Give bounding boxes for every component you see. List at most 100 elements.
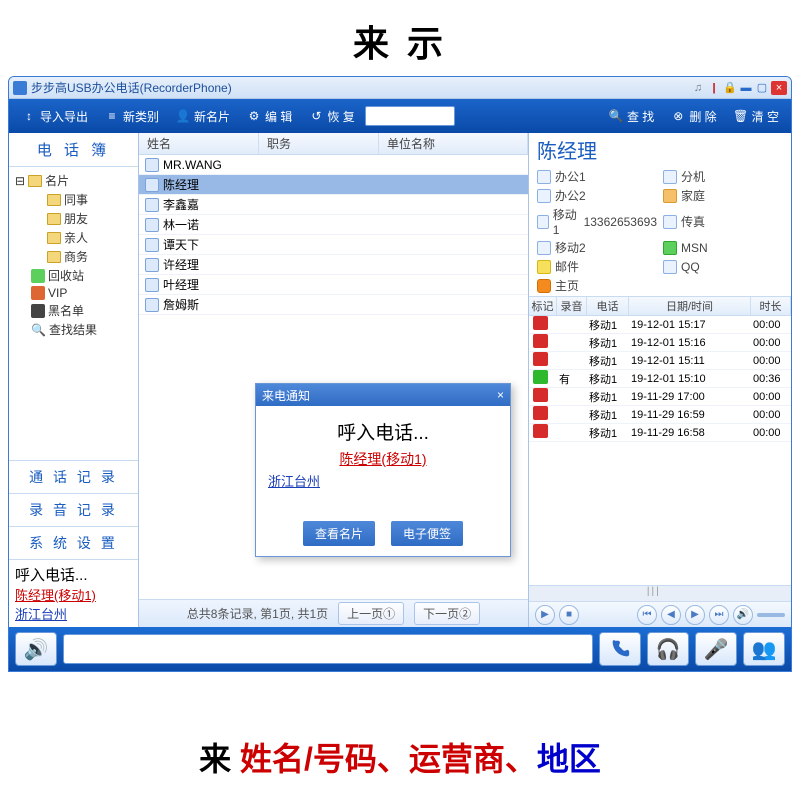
restore-button[interactable]: ↺恢 复 [302,105,360,128]
new-card-button[interactable]: 👤新名片 [169,105,236,128]
log-row[interactable]: 有移动119-12-01 15:1000:36 [529,370,791,388]
delete-button[interactable]: ⊗删 除 [664,105,722,128]
tab-recording[interactable]: 录 音 记 录 [9,494,138,527]
prev-page-button[interactable]: 上一页① [338,602,404,625]
stop-button[interactable]: ■ [559,605,579,625]
banner-top: 来 示 [0,0,800,72]
log-row[interactable]: 移动119-11-29 16:5900:00 [529,406,791,424]
log-row[interactable]: 移动119-12-01 15:1700:00 [529,316,791,334]
phone-cell: 移动1 [587,317,629,333]
contact-row[interactable]: 林一诺 [139,215,528,235]
tree-recycle[interactable]: 回收站 [11,266,136,285]
next-page-button[interactable]: 下一页② [414,602,480,625]
banner-bottom: 来 姓名/号码、运营商、地区 [0,734,800,780]
field-分机: 分机 [663,168,783,185]
card-icon [145,238,159,252]
field-label: 邮件 [555,258,579,275]
log-row[interactable]: 移动119-12-01 15:1100:00 [529,352,791,370]
folder-icon [47,194,61,206]
field-办公1: 办公1 [537,168,657,185]
col-phone[interactable]: 电话 [587,297,629,315]
close-icon[interactable]: × [771,81,787,95]
popup-close-icon[interactable]: × [497,388,504,402]
tree-root-cards[interactable]: ⊟名片 [11,171,136,190]
col-company[interactable]: 单位名称 [379,133,528,154]
lock-icon[interactable]: 🔒 [723,81,737,95]
view-card-button[interactable]: 查看名片 [303,521,375,546]
dur-cell: 00:00 [751,319,791,331]
col-mark[interactable]: 标记 [529,297,557,315]
field-empty [663,277,783,294]
person-icon: 👤 [175,108,191,124]
phone-cell: 移动1 [587,407,629,423]
contact-row[interactable]: 李鑫嘉 [139,195,528,215]
field-value: 13362653693 [584,215,657,229]
dial-input[interactable] [63,634,593,664]
find-button[interactable]: 🔍查 找 [602,105,660,128]
col-title[interactable]: 职务 [259,133,379,154]
mic-button[interactable]: 🎤 [695,632,737,666]
new-category-button[interactable]: ≡新类别 [98,105,165,128]
maximize-icon[interactable]: ▢ [755,81,769,95]
h-scrollbar[interactable] [529,585,791,601]
edit-button[interactable]: ⚙编 辑 [240,105,298,128]
incoming-name[interactable]: 陈经理(移动1) [15,585,132,604]
import-button[interactable]: ↕导入导出 [15,105,94,128]
col-name[interactable]: 姓名 [139,133,259,154]
fwd-button[interactable]: ▶ [685,605,705,625]
rewind-button[interactable]: ⏮ [637,605,657,625]
ffwd-button[interactable]: ⏭ [709,605,729,625]
tree-blacklist[interactable]: 黑名单 [11,301,136,320]
contact-row[interactable]: 谭天下 [139,235,528,255]
tree-friend[interactable]: 朋友 [11,209,136,228]
back-button[interactable]: ◀ [661,605,681,625]
tree-results[interactable]: 🔍查找结果 [11,320,136,339]
log-row[interactable]: 移动119-12-01 15:1600:00 [529,334,791,352]
toolbar: ↕导入导出 ≡新类别 👤新名片 ⚙编 辑 ↺恢 复 🔍查 找 ⊗删 除 🗑清 空 [9,99,791,133]
headset-button[interactable]: 🎧 [647,632,689,666]
minimize-icon[interactable]: ▬ [739,81,753,95]
tab-settings[interactable]: 系 统 设 置 [9,527,138,560]
log-row[interactable]: 移动119-11-29 17:0000:00 [529,388,791,406]
phone-cell: 移动1 [587,389,629,405]
titlebar: 步步高USB办公电话(RecorderPhone) ♫ | 🔒 ▬ ▢ × [9,77,791,99]
dt-cell: 19-12-01 15:10 [629,373,751,385]
volume-button[interactable]: 🔊 [733,605,753,625]
dur-cell: 00:00 [751,337,791,349]
left-pane: 电 话 簿 ⊟名片 同事 朋友 亲人 商务 回收站 VIP 黑名单 🔍查找结果 … [9,133,139,627]
contact-row[interactable]: MR.WANG [139,155,528,175]
phone-cell: 移动1 [587,335,629,351]
music-icon[interactable]: ♫ [691,81,705,95]
contact-row[interactable]: 詹姆斯 [139,295,528,315]
clear-button[interactable]: 🗑清 空 [727,105,785,128]
tree-relative[interactable]: 亲人 [11,228,136,247]
col-rec[interactable]: 录音 [557,297,587,315]
contact-row[interactable]: 叶经理 [139,275,528,295]
e-note-button[interactable]: 电子便签 [391,521,463,546]
col-duration[interactable]: 时长 [751,297,791,315]
call-button[interactable] [599,632,641,666]
qq-icon [663,260,677,274]
folder-icon [47,232,61,244]
tab-phonebook[interactable]: 电 话 簿 [9,133,138,167]
speaker-button[interactable]: 🔊 [15,632,57,666]
field-label: 办公1 [555,168,586,185]
tree-vip[interactable]: VIP [11,285,136,301]
tree-colleague[interactable]: 同事 [11,190,136,209]
popup-caller[interactable]: 陈经理(移动1) [264,449,502,469]
tab-callrecord[interactable]: 通 话 记 录 [9,461,138,494]
contact-row[interactable]: 陈经理 [139,175,528,195]
play-button[interactable]: ▶ [535,605,555,625]
mark-icon [533,352,548,366]
card-icon [145,278,159,292]
mark-icon [533,370,548,384]
nav-tree: ⊟名片 同事 朋友 亲人 商务 回收站 VIP 黑名单 🔍查找结果 [9,167,138,460]
log-row[interactable]: 移动119-11-29 16:5800:00 [529,424,791,442]
contacts-button[interactable]: 👥 [743,632,785,666]
volume-slider[interactable] [757,613,785,617]
search-input[interactable] [365,106,455,126]
col-datetime[interactable]: 日期/时间 [629,297,751,315]
contact-row[interactable]: 许经理 [139,255,528,275]
tree-business[interactable]: 商务 [11,247,136,266]
dt-cell: 19-11-29 16:59 [629,409,751,421]
